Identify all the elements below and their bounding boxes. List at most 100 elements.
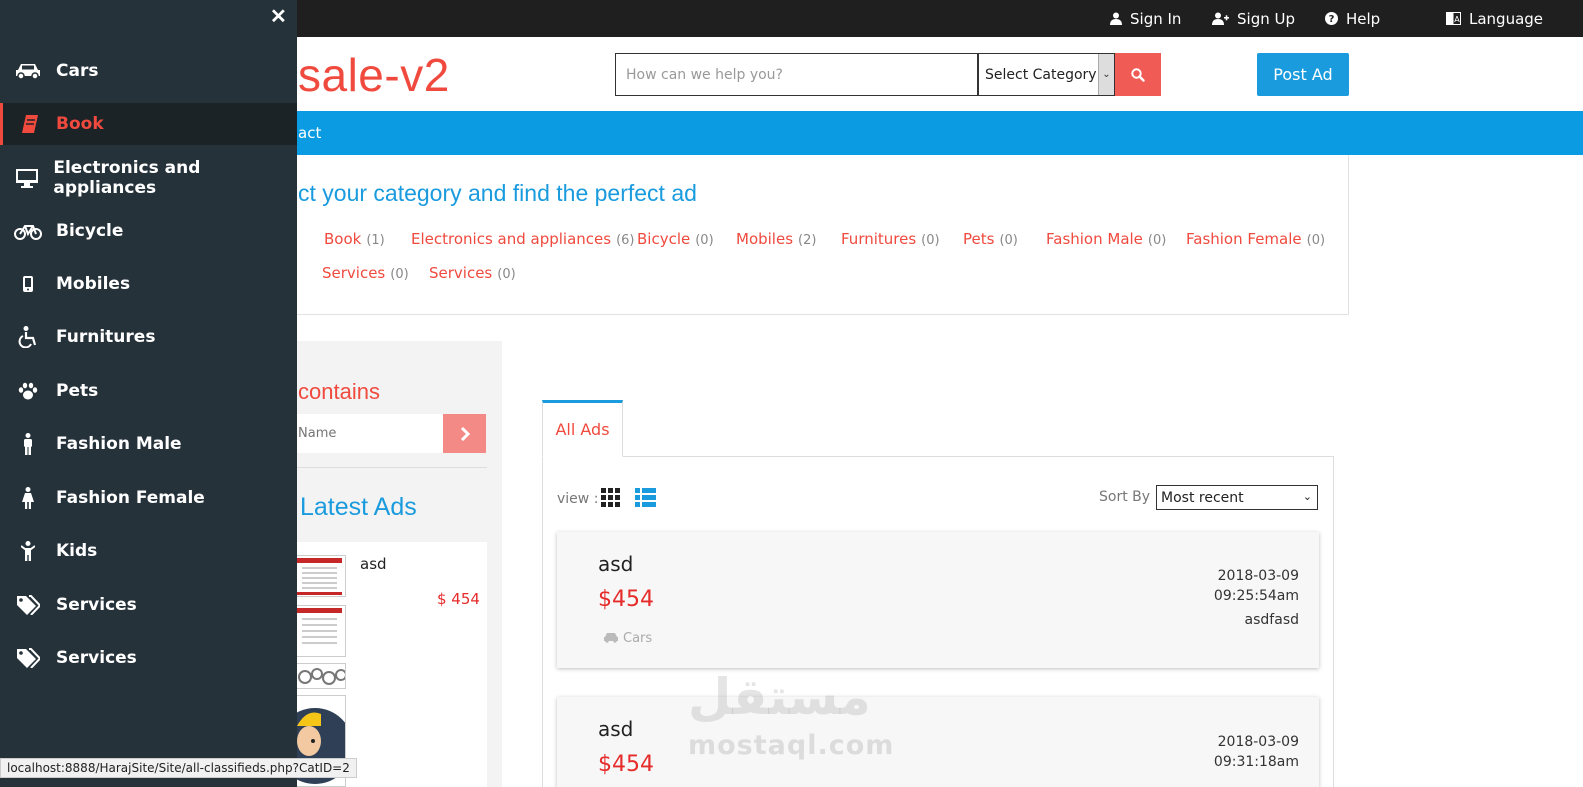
tab-all-ads[interactable]: All Ads	[542, 400, 623, 457]
list-view-icon[interactable]	[635, 488, 656, 507]
sidebar-item-label: Fashion Female	[56, 488, 205, 508]
male-icon	[24, 433, 32, 455]
language-link[interactable]: A Language	[1446, 0, 1543, 37]
category-count: (0)	[390, 267, 409, 282]
sidebar-item-electronics[interactable]: Electronics and appliances	[0, 157, 297, 199]
category-heading: ct your category and find the perfect ad	[298, 180, 697, 206]
search-input[interactable]	[615, 53, 978, 96]
sidebar-item-label: Electronics and appliances	[53, 158, 201, 198]
category-label: Bicycle	[637, 230, 691, 248]
category-label: Pets	[963, 230, 995, 248]
ad-title[interactable]: asd	[598, 552, 633, 576]
category-link-fashion-male[interactable]: Fashion Male (0)	[1046, 230, 1166, 248]
ad-card[interactable]: asd $454 2018-03-09 09:31:18am	[557, 697, 1319, 787]
category-label: Fashion Female	[1186, 230, 1302, 248]
desktop-icon	[15, 169, 38, 188]
ad-date: 2018-03-09	[1217, 568, 1299, 584]
site-logo[interactable]: sale-v2	[298, 48, 450, 102]
category-label: Book	[324, 230, 362, 248]
user-plus-icon	[1212, 12, 1229, 25]
category-link-pets[interactable]: Pets (0)	[963, 230, 1018, 248]
close-icon[interactable]: ✕	[270, 4, 287, 29]
sidebar-item-book[interactable]: Book	[0, 103, 297, 145]
category-link-fashion-female[interactable]: Fashion Female (0)	[1186, 230, 1325, 248]
category-count: (0)	[497, 267, 516, 282]
view-label: view :	[557, 491, 599, 507]
book-icon	[21, 115, 38, 133]
sidebar-item-label: Kids	[56, 541, 98, 561]
divider	[296, 467, 487, 468]
category-select[interactable]: Select Category ⌄	[978, 53, 1115, 96]
female-icon	[22, 487, 34, 509]
name-filter-button[interactable]	[443, 414, 486, 453]
ad-card[interactable]: asd $454 Cars 2018-03-09 09:25:54am asdf…	[557, 532, 1319, 668]
category-count: (0)	[999, 233, 1018, 248]
child-icon	[21, 541, 35, 561]
sidebar-item-services-2[interactable]: Services	[0, 637, 297, 679]
sidebar-item-pets[interactable]: Pets	[0, 370, 297, 412]
category-link-services[interactable]: Services (0)	[322, 264, 409, 282]
category-count: (2)	[798, 233, 817, 248]
nav-contact-link[interactable]: act	[298, 124, 321, 142]
language-label: Language	[1469, 9, 1544, 28]
sign-in-label: Sign In	[1130, 9, 1182, 28]
sort-label: Sort By :	[1099, 489, 1160, 505]
search-button[interactable]	[1115, 53, 1161, 96]
sidebar-item-furnitures[interactable]: Furnitures	[0, 316, 297, 358]
wheelchair-icon	[18, 326, 37, 348]
sidebar-item-bicycle[interactable]: Bicycle	[0, 210, 297, 252]
language-icon: A	[1446, 12, 1461, 25]
category-link-bicycle[interactable]: Bicycle (0)	[637, 230, 714, 248]
chevron-right-icon	[460, 426, 470, 441]
search-icon	[1131, 67, 1145, 82]
sort-select[interactable]: Most recent ⌄	[1156, 485, 1318, 510]
tags-icon	[17, 648, 40, 668]
ad-time: 09:25:54am	[1213, 588, 1299, 604]
ad-time: 09:31:18am	[1213, 754, 1299, 770]
sidebar-item-fashion-male[interactable]: Fashion Male	[0, 423, 297, 465]
category-link-services-2[interactable]: Services (0)	[429, 264, 516, 282]
document-thumbnail-icon	[297, 606, 345, 656]
category-sidebar: ✕ Cars Book Electronics and appliances B…	[0, 0, 297, 787]
category-count: (0)	[695, 233, 714, 248]
help-link[interactable]: ? Help	[1325, 0, 1380, 37]
ad-datetime: 2018-03-09 09:25:54am	[1214, 566, 1299, 606]
contains-title: contains	[298, 379, 380, 404]
car-icon	[16, 64, 40, 80]
latest-ad-price: $ 454	[437, 590, 480, 608]
svg-text:A: A	[1454, 15, 1460, 24]
ad-date: 2018-03-09	[1217, 734, 1299, 750]
sidebar-item-services[interactable]: Services	[0, 584, 297, 626]
latest-ad-name[interactable]: asd	[360, 555, 387, 573]
category-link-furnitures[interactable]: Furnitures (0)	[841, 230, 940, 248]
latest-ad-thumbnail[interactable]	[296, 605, 346, 657]
sidebar-item-mobiles[interactable]: Mobiles	[0, 263, 297, 305]
svg-text:?: ?	[1329, 14, 1335, 25]
bicycle-icon	[14, 225, 42, 240]
sidebar-item-label: Pets	[56, 381, 99, 401]
name-filter-input[interactable]	[296, 414, 443, 453]
category-link-electronics[interactable]: Electronics and appliances (6)	[411, 230, 635, 248]
latest-ad-thumbnail[interactable]	[296, 663, 346, 689]
sidebar-item-label: Bicycle	[56, 221, 124, 241]
sidebar-item-cars[interactable]: Cars	[0, 50, 297, 92]
category-select-value: Select Category	[985, 66, 1097, 83]
category-label: Furnitures	[841, 230, 917, 248]
sidebar-item-label: Services	[56, 648, 137, 668]
sign-up-link[interactable]: Sign Up	[1212, 0, 1295, 37]
gears-thumbnail-icon	[297, 664, 345, 688]
ad-user[interactable]: asdfasd	[1245, 612, 1299, 628]
category-link-mobiles[interactable]: Mobiles (2)	[736, 230, 816, 248]
latest-ad-thumbnail[interactable]	[296, 555, 346, 597]
paw-icon	[18, 382, 38, 400]
sign-in-link[interactable]: Sign In	[1110, 0, 1181, 37]
ad-title[interactable]: asd	[598, 717, 633, 741]
sidebar-item-fashion-female[interactable]: Fashion Female	[0, 477, 297, 519]
ad-price: $454	[598, 587, 654, 612]
grid-view-icon[interactable]	[601, 488, 620, 507]
sidebar-item-kids[interactable]: Kids	[0, 530, 297, 572]
post-ad-button[interactable]: Post Ad	[1257, 53, 1349, 96]
document-thumbnail-icon	[297, 556, 345, 596]
category-link-book[interactable]: Book (1)	[324, 230, 385, 248]
sign-up-label: Sign Up	[1237, 9, 1295, 28]
